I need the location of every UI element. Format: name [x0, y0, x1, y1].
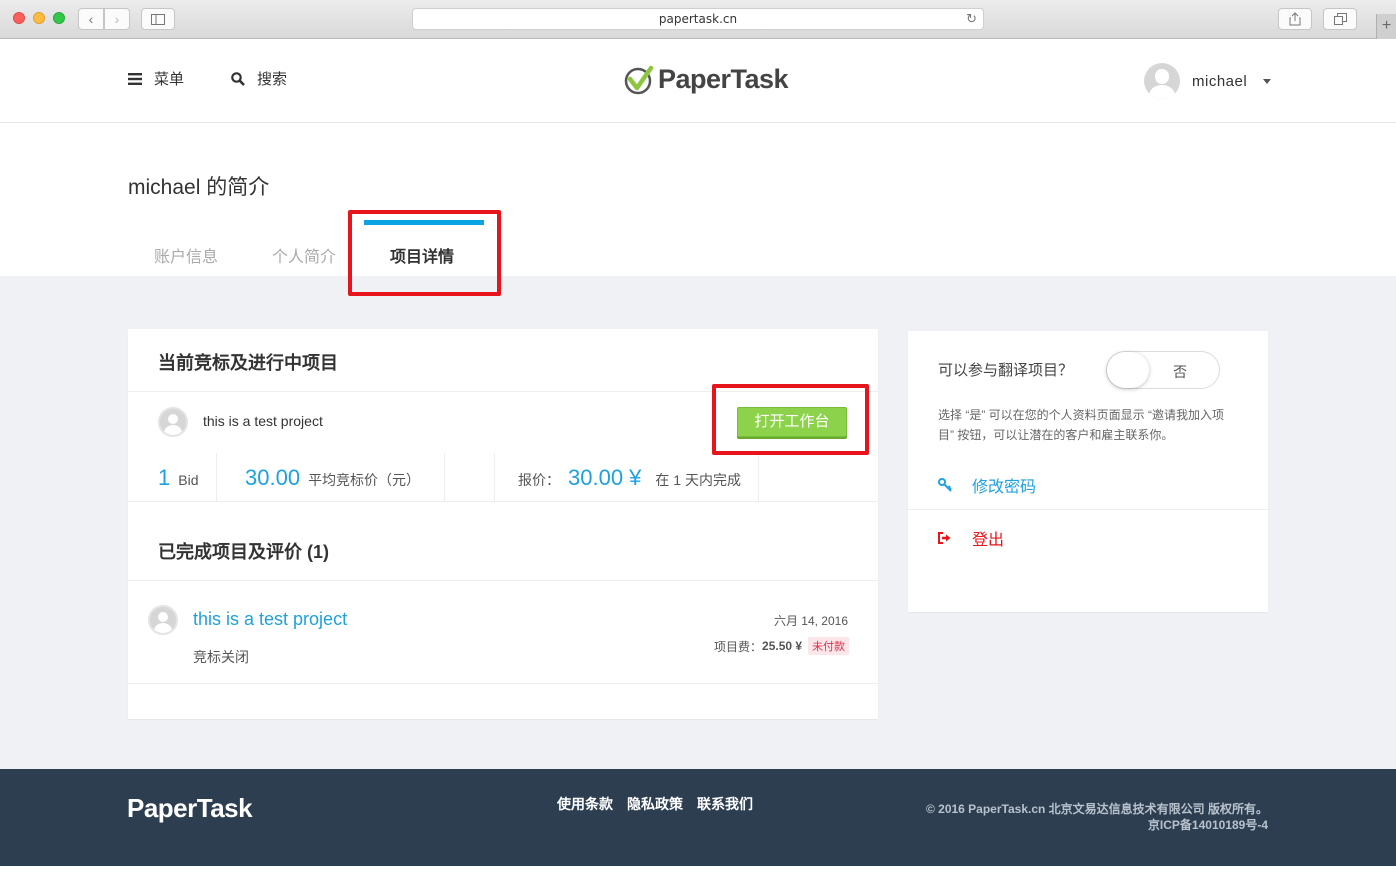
search-button[interactable]: 搜索 [231, 68, 287, 89]
footer-links: 使用条款 隐私政策 联系我们 [557, 794, 753, 814]
annotation-highlight-tab [348, 210, 501, 296]
current-project-name[interactable]: this is a test project [203, 413, 323, 429]
icp-text: 京ICP备14010189号-4 [1147, 818, 1268, 832]
chevron-right-icon: › [114, 11, 120, 27]
url-text: papertask.cn [658, 12, 738, 26]
change-password-label: 修改密码 [972, 479, 1037, 496]
translation-note: 选择 “是” 可以在您的个人资料页面显示 “邀请我加入项目” 按钮，可以让潜在的… [938, 408, 1224, 442]
fee-label: 项目费： [714, 639, 763, 654]
share-icon [1289, 12, 1301, 26]
tabs-overview-button[interactable] [1323, 8, 1357, 30]
avg-bid-stat: 30.00 平均竞标价（元） [245, 465, 420, 491]
completed-projects-title: 已完成项目及评价 (1) [158, 542, 329, 562]
search-label: 搜索 [257, 71, 288, 88]
tabs-icon [1333, 13, 1347, 25]
site-logo[interactable]: PaperTask [624, 64, 789, 95]
bid-unit: Bid [178, 472, 199, 488]
toggle-knob[interactable] [1107, 352, 1149, 388]
sidebar-icon [151, 14, 165, 25]
logout-link[interactable]: 登出 [938, 526, 1004, 550]
bid-count-stat: 1 Bid [158, 465, 198, 491]
completed-project-date: 六月 14, 2016 [773, 614, 848, 628]
completed-project-fee: 项目费： 25.50 ¥ 未付款 [714, 637, 850, 655]
reload-icon[interactable]: ↻ [966, 9, 977, 30]
hamburger-icon [128, 72, 142, 85]
user-menu[interactable]: michael [1144, 63, 1272, 99]
browser-toolbar: ‹ › papertask.cn ↻ + [0, 0, 1396, 39]
terms-link[interactable]: 使用条款 [557, 794, 613, 814]
menu-label: 菜单 [154, 71, 185, 88]
quote-label: 报价： [518, 472, 560, 488]
divider [494, 453, 495, 501]
copyright-text: © 2016 PaperTask.cn 北京文易达信息技术有限公司 版权所有。 [925, 802, 1268, 816]
page-title: michael 的简介 [128, 176, 270, 199]
user-name: michael [1192, 72, 1248, 90]
search-icon [231, 71, 245, 86]
key-icon [938, 478, 952, 492]
translation-question: 可以参与翻译项目？ [938, 362, 1074, 379]
footer-copyright: © 2016 PaperTask.cn 北京文易达信息技术有限公司 版权所有。 … [926, 801, 1268, 833]
divider [128, 580, 878, 581]
deadline-text: 在 1 天内完成 [655, 472, 741, 488]
site-footer: PaperTask 使用条款 隐私政策 联系我们 © 2016 PaperTas… [0, 769, 1396, 866]
avg-bid-label: 平均竞标价（元） [308, 472, 421, 488]
logout-label: 登出 [972, 532, 1005, 549]
checkmark-logo-icon [624, 65, 654, 94]
divider [758, 453, 759, 501]
chevron-left-icon: ‹ [88, 11, 94, 27]
avatar [158, 407, 188, 437]
forward-button[interactable]: › [104, 8, 130, 30]
window-minimize-button[interactable] [33, 12, 45, 24]
completed-project-link[interactable]: this is a test project [193, 609, 347, 630]
divider [128, 683, 878, 684]
quote-value: 30.00 ¥ [568, 465, 642, 490]
privacy-link[interactable]: 隐私政策 [627, 794, 683, 814]
footer-logo[interactable]: PaperTask [127, 793, 253, 824]
fee-value: 25.50 ¥ [762, 639, 803, 653]
tab-profile-intro[interactable]: 个人简介 [272, 243, 336, 267]
site-header: 菜单 搜索 PaperTask michael [0, 40, 1396, 123]
caret-down-icon [1263, 78, 1272, 84]
plus-icon: + [1381, 17, 1392, 34]
status-badge: 未付款 [808, 637, 850, 655]
logout-icon [938, 532, 951, 544]
current-projects-title: 当前竞标及进行中项目 [158, 353, 338, 373]
completed-project-status: 竞标关闭 [193, 649, 249, 665]
change-password-link[interactable]: 修改密码 [938, 473, 1036, 497]
translation-toggle[interactable]: 否 [1106, 351, 1220, 389]
bid-count: 1 [158, 465, 171, 490]
share-button[interactable] [1278, 8, 1312, 30]
sidebar-toggle-button[interactable] [141, 8, 175, 30]
address-bar[interactable]: papertask.cn ↻ [412, 8, 984, 30]
divider [128, 501, 878, 502]
contact-link[interactable]: 联系我们 [697, 794, 753, 814]
avg-bid-value: 30.00 [245, 465, 301, 490]
annotation-highlight-button [712, 384, 869, 455]
window-zoom-button[interactable] [53, 12, 65, 24]
divider [444, 453, 445, 501]
menu-button[interactable]: 菜单 [128, 68, 184, 89]
quote-stat: 报价： 30.00 ¥ 在 1 天内完成 [518, 465, 741, 491]
tab-account-info[interactable]: 账户信息 [154, 243, 218, 267]
back-button[interactable]: ‹ [78, 8, 104, 30]
avatar [148, 605, 178, 635]
new-tab-button[interactable]: + [1376, 14, 1396, 39]
toggle-label: 否 [1173, 364, 1187, 380]
window-close-button[interactable] [13, 12, 25, 24]
divider [908, 509, 1268, 510]
divider [216, 453, 217, 501]
logo-text: PaperTask [658, 64, 789, 94]
avatar [1144, 63, 1180, 99]
settings-card: 可以参与翻译项目？ 否 选择 “是” 可以在您的个人资料页面显示 “邀请我加入项… [908, 331, 1268, 612]
